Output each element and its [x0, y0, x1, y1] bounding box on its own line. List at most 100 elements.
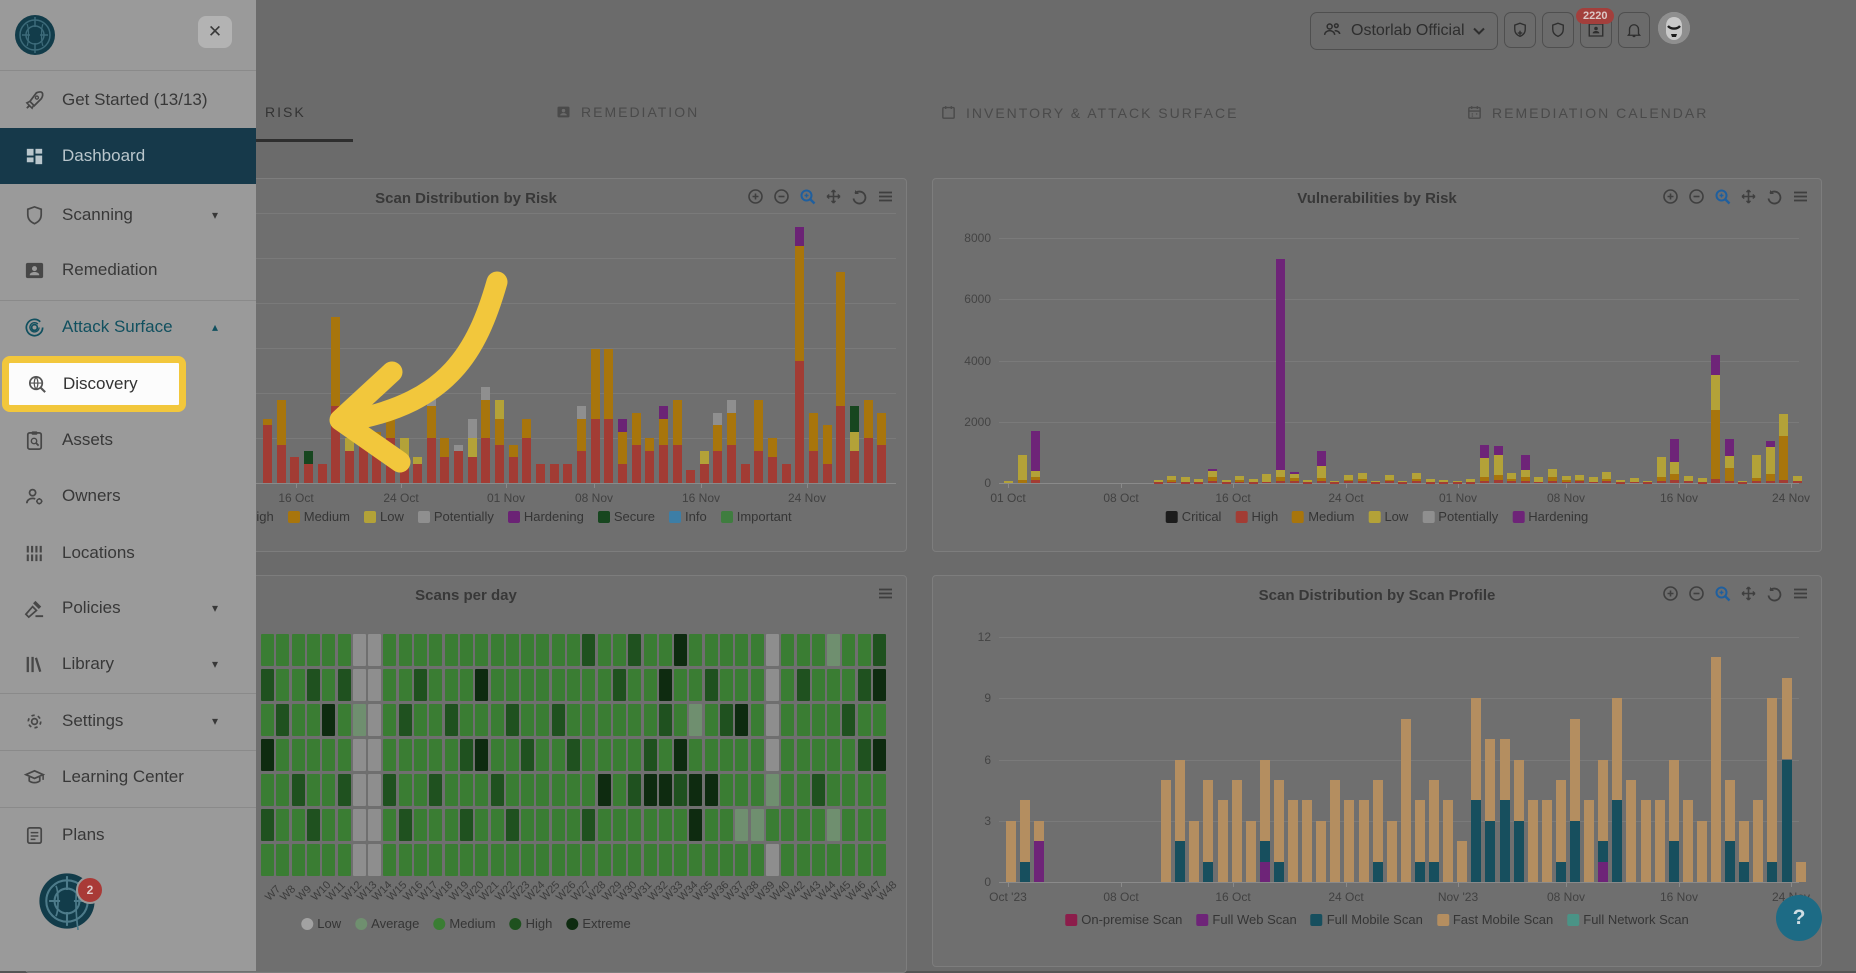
zoom-out-icon[interactable] — [773, 188, 790, 205]
bar-segment — [1598, 760, 1608, 842]
legend-item[interactable]: Full Mobile Scan — [1311, 912, 1423, 927]
legend-item[interactable]: Potentially — [1422, 509, 1498, 524]
legend-item[interactable]: Low — [364, 509, 404, 524]
bar-segment — [1249, 482, 1258, 484]
legend-item[interactable]: Low — [1368, 509, 1408, 524]
menu-icon[interactable] — [877, 188, 894, 205]
sidebar-item-policies[interactable]: Policies▾ — [0, 580, 256, 636]
heatmap-cell — [567, 844, 580, 876]
bar-segment — [1670, 474, 1679, 480]
legend-item[interactable]: Potentially — [418, 509, 494, 524]
bar-segment — [1514, 821, 1524, 882]
heatmap-cell — [812, 844, 825, 876]
notifications-button[interactable] — [1618, 12, 1650, 48]
pan-icon[interactable] — [1740, 585, 1757, 602]
tab-risk[interactable]: RISK — [265, 104, 306, 120]
sidebar-item-scanning[interactable]: Scanning▾ — [0, 187, 256, 243]
zoom-in-icon[interactable] — [747, 188, 764, 205]
tab-inventory-attack-surface[interactable]: INVENTORY & ATTACK SURFACE — [940, 104, 1238, 121]
tab-remediation[interactable]: REMEDIATION — [555, 104, 699, 120]
sidebar-item-library[interactable]: Library▾ — [0, 636, 256, 692]
legend-item[interactable]: Full Web Scan — [1196, 912, 1296, 927]
zoom-out-icon[interactable] — [1688, 585, 1705, 602]
zoom-out-icon[interactable] — [1688, 188, 1705, 205]
selection-zoom-icon[interactable] — [1714, 585, 1731, 602]
sidebar-item-assets[interactable]: Assets — [0, 412, 256, 468]
heatmap-cell — [613, 634, 626, 666]
selection-zoom-icon[interactable] — [799, 188, 816, 205]
legend-swatch — [301, 918, 313, 930]
sidebar-item-dashboard[interactable]: Dashboard — [0, 128, 256, 184]
sidebar-item-owners[interactable]: Owners — [0, 468, 256, 524]
heatmap-cell — [858, 809, 871, 841]
selection-zoom-icon[interactable] — [1714, 188, 1731, 205]
legend-item[interactable]: Extreme — [566, 916, 630, 931]
heatmap-cell — [705, 844, 718, 876]
legend-item[interactable]: Medium — [288, 509, 350, 524]
legend-item[interactable]: Critical — [1166, 509, 1222, 524]
x-axis-tick — [1346, 882, 1347, 887]
heatmap-cell — [582, 739, 595, 771]
bar-segment — [1222, 482, 1231, 484]
bar-segment — [1739, 821, 1749, 862]
menu-icon[interactable] — [877, 585, 894, 602]
scans-button[interactable] — [1542, 12, 1574, 48]
legend-item[interactable]: Hardening — [508, 509, 584, 524]
pan-icon[interactable] — [825, 188, 842, 205]
legend-item[interactable]: Medium — [433, 916, 495, 931]
menu-icon[interactable] — [1792, 585, 1809, 602]
avatar[interactable] — [1658, 12, 1690, 44]
x-axis-label: 01 Nov — [487, 491, 525, 505]
bar-segment — [1175, 841, 1185, 882]
x-axis-label: 24 Oct — [383, 491, 418, 505]
close-sidebar-button[interactable]: ✕ — [198, 16, 232, 48]
y-axis-label: 8000 — [945, 231, 991, 245]
bar-segment — [877, 413, 886, 445]
help-button[interactable]: ? — [1776, 895, 1822, 941]
sidebar-item-discovery[interactable]: Discovery — [2, 356, 186, 412]
zoom-in-icon[interactable] — [1662, 585, 1679, 602]
tab-remediation-calendar[interactable]: REMEDIATION CALENDAR — [1466, 104, 1708, 121]
legend-item[interactable]: Important — [721, 509, 792, 524]
legend-item[interactable]: High — [1235, 509, 1278, 524]
menu-icon[interactable] — [1792, 188, 1809, 205]
heatmap-cell — [858, 844, 871, 876]
legend-item[interactable]: Average — [355, 916, 419, 931]
heatmap-cell — [429, 844, 442, 876]
new-scan-button[interactable] — [1504, 12, 1536, 48]
sidebar-item-locations[interactable]: Locations — [0, 525, 256, 581]
legend-item[interactable]: On-premise Scan — [1065, 912, 1182, 927]
sidebar-item-remediation[interactable]: Remediation — [0, 242, 256, 298]
bar-segment — [1612, 800, 1622, 882]
organization-dropdown[interactable]: Ostorlab Official — [1310, 12, 1498, 50]
heatmap-cell — [644, 704, 657, 736]
legend-item[interactable]: Hardening — [1512, 509, 1588, 524]
legend-item[interactable]: Secure — [598, 509, 655, 524]
sidebar-item-settings[interactable]: Settings▾ — [0, 693, 256, 749]
bar-segment — [1500, 739, 1510, 800]
chart-gridline — [999, 238, 1799, 239]
zoom-in-icon[interactable] — [1662, 188, 1679, 205]
question-mark-icon: ? — [1793, 906, 1806, 930]
reset-icon[interactable] — [851, 188, 868, 205]
sidebar-item-learning-center[interactable]: Learning Center — [0, 749, 256, 805]
reset-icon[interactable] — [1766, 585, 1783, 602]
legend-item[interactable]: High — [510, 916, 553, 931]
heatmap-cell — [460, 704, 473, 736]
legend-item[interactable]: Fast Mobile Scan — [1437, 912, 1553, 927]
bar-segment — [1412, 481, 1421, 483]
reset-icon[interactable] — [1766, 188, 1783, 205]
legend-label: Potentially — [1438, 509, 1498, 524]
sidebar-item-attack-surface[interactable]: Attack Surface▴ — [0, 299, 256, 355]
sidebar-item-plans[interactable]: Plans — [0, 807, 256, 863]
bar-segment — [1616, 480, 1625, 482]
bar-segment — [1385, 480, 1394, 482]
legend-item[interactable]: Info — [669, 509, 707, 524]
legend-item[interactable]: Medium — [1292, 509, 1354, 524]
legend-item[interactable]: Full Network Scan — [1567, 912, 1688, 927]
pan-icon[interactable] — [1740, 188, 1757, 205]
bar-segment — [304, 464, 313, 483]
legend-item[interactable]: Low — [301, 916, 341, 931]
sidebar-item-get-started-13-13[interactable]: Get Started (13/13) — [0, 72, 256, 128]
heatmap-cell — [797, 844, 810, 876]
